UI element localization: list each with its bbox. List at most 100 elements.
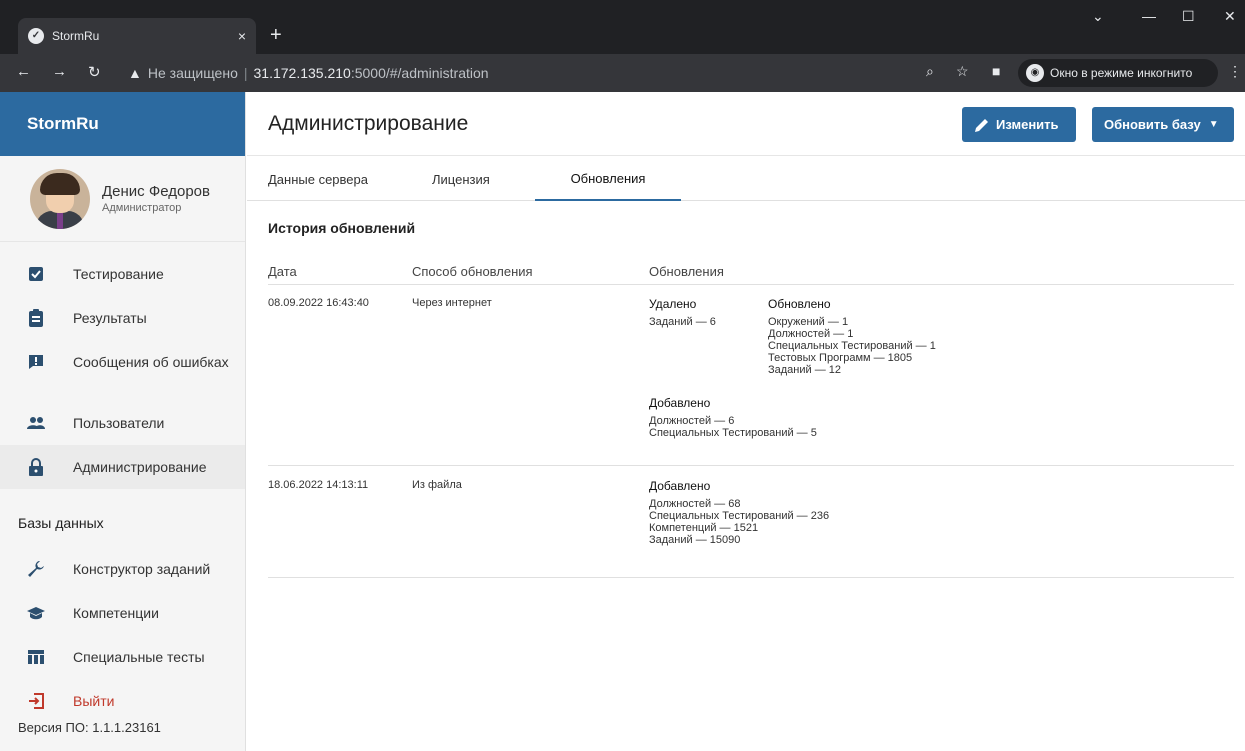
sidebar-item-label: Конструктор заданий: [73, 561, 211, 577]
users-icon: [26, 413, 46, 433]
deleted-group: Удалено Заданий — 6: [649, 297, 716, 328]
lock-icon: [26, 457, 46, 477]
databases-section-title: Базы данных: [18, 515, 104, 531]
incognito-badge[interactable]: ◉ Окно в режиме инкогнито: [1018, 59, 1218, 87]
deleted-list: Заданий — 6: [649, 316, 716, 328]
history-title: История обновлений: [268, 220, 416, 236]
tab-server-data[interactable]: Данные сервера: [268, 157, 368, 201]
kebab-menu-icon[interactable]: ⋮: [1228, 63, 1242, 80]
list-item: Заданий — 12: [768, 364, 842, 376]
close-window-icon[interactable]: ✕: [1224, 8, 1236, 25]
row-date: 08.09.2022 16:43:40: [268, 297, 369, 309]
deleted-title: Удалено: [649, 297, 697, 311]
list-item: Специальных Тестирований — 1: [768, 340, 936, 352]
list-item: Заданий — 15090: [649, 534, 741, 546]
table-icon: [26, 647, 46, 667]
sidebar-item-task-constructor[interactable]: Конструктор заданий: [0, 547, 245, 591]
graduation-cap-icon: [26, 603, 46, 623]
list-item: Заданий — 6: [649, 316, 716, 328]
logout-icon: [26, 691, 46, 711]
added-title: Добавлено: [649, 479, 711, 493]
admin-tabs: Данные сервера Лицензия Обновления: [247, 157, 1245, 201]
zoom-icon[interactable]: ⌕: [926, 63, 934, 80]
added-list: Должностей — 68 Специальных Тестирований…: [649, 498, 829, 546]
sidebar: StormRu Денис Федоров Администратор Тест…: [0, 92, 246, 751]
tab-updates[interactable]: Обновления: [535, 157, 681, 201]
incognito-icon: ◉: [1026, 64, 1044, 82]
url-host: 31.172.135.210: [253, 65, 351, 81]
row-date: 18.06.2022 14:13:11: [268, 479, 369, 491]
caret-down-icon: ▼: [1208, 119, 1219, 130]
site-favicon-icon: ✓: [28, 28, 44, 44]
added-title: Добавлено: [649, 396, 711, 410]
browser-tab[interactable]: ✓ StormRu ×: [18, 18, 256, 54]
sidebar-item-label: Тестирование: [73, 266, 164, 282]
update-database-button[interactable]: Обновить базу ▼: [1092, 107, 1234, 142]
row-divider: [268, 577, 1234, 578]
user-name: Денис Федоров: [102, 183, 210, 200]
close-tab-icon[interactable]: ×: [238, 28, 246, 44]
header-divider: [268, 284, 1234, 285]
sidebar-item-competencies[interactable]: Компетенции: [0, 591, 245, 635]
sidebar-item-testing[interactable]: Тестирование: [0, 252, 245, 296]
column-header-updates: Обновления: [649, 264, 724, 279]
pencil-icon: [975, 118, 988, 132]
brand-logo[interactable]: StormRu: [0, 92, 245, 156]
forward-icon[interactable]: →: [52, 63, 67, 80]
error-report-icon: [26, 352, 46, 372]
sidebar-item-administration[interactable]: Администрирование: [0, 445, 245, 489]
checkbox-icon: [26, 264, 46, 284]
warning-icon: ▲: [128, 65, 142, 81]
sidebar-item-label: Пользователи: [73, 415, 165, 431]
column-header-date: Дата: [268, 264, 297, 279]
updated-title: Обновлено: [768, 297, 831, 311]
edit-button[interactable]: Изменить: [962, 107, 1076, 142]
row-method: Из файла: [412, 479, 462, 491]
row-divider: [268, 465, 1234, 466]
software-version: Версия ПО: 1.1.1.23161: [18, 720, 161, 735]
logout-label: Выйти: [73, 693, 115, 709]
sidebar-item-users[interactable]: Пользователи: [0, 401, 245, 445]
maximize-icon[interactable]: ☐: [1182, 8, 1195, 25]
edit-button-label: Изменить: [996, 117, 1059, 132]
row-method: Через интернет: [412, 297, 492, 309]
reload-icon[interactable]: ↻: [88, 63, 101, 81]
browser-toolbar: ← → ↻ ▲ Не защищено | 31.172.135.210 :50…: [0, 54, 1245, 92]
list-item: Должностей — 68: [649, 498, 741, 510]
list-item: Должностей — 6: [649, 415, 735, 427]
sidebar-item-error-reports[interactable]: Сообщения об ошибках: [0, 340, 245, 384]
side-panel-icon[interactable]: ■: [992, 63, 1000, 79]
user-role: Администратор: [102, 202, 182, 214]
user-card[interactable]: Денис Федоров Администратор: [0, 156, 245, 242]
avatar: [30, 168, 90, 229]
back-icon[interactable]: ←: [16, 63, 31, 80]
address-separator: |: [243, 65, 248, 81]
sidebar-item-label: Результаты: [73, 310, 147, 326]
address-bar[interactable]: ▲ Не защищено | 31.172.135.210 :5000/#/a…: [118, 59, 978, 87]
update-database-label: Обновить базу: [1104, 117, 1201, 132]
updated-group: Обновлено Окружений — 1 Должностей — 1 С…: [768, 297, 936, 376]
list-item: Компетенций — 1521: [649, 522, 759, 534]
list-item: Должностей — 1: [768, 328, 854, 340]
added-group: Добавлено Должностей — 6 Специальных Тес…: [649, 396, 817, 439]
sidebar-item-results[interactable]: Результаты: [0, 296, 245, 340]
sidebar-item-special-tests[interactable]: Специальные тесты: [0, 635, 245, 679]
added-list: Должностей — 6 Специальных Тестирований …: [649, 415, 817, 439]
sidebar-item-label: Специальные тесты: [73, 649, 205, 665]
chevron-down-icon[interactable]: ⌄: [1092, 8, 1104, 25]
url-path: :5000/#/administration: [350, 65, 489, 81]
sidebar-item-label: Администрирование: [73, 459, 207, 475]
list-item: Специальных Тестирований — 5: [649, 427, 817, 439]
new-tab-button[interactable]: +: [270, 23, 282, 47]
not-secure-label: Не защищено: [147, 65, 238, 81]
list-item: Тестовых Программ — 1805: [768, 352, 913, 364]
browser-tab-bar: ✓ StormRu × + ⌄ — ☐ ✕: [0, 0, 1245, 54]
minimize-icon[interactable]: —: [1142, 8, 1156, 24]
sidebar-item-logout[interactable]: Выйти: [0, 679, 245, 723]
list-item: Окружений — 1: [768, 316, 849, 328]
column-header-method: Способ обновления: [412, 264, 533, 279]
page-title: Администрирование: [268, 111, 469, 135]
tab-license[interactable]: Лицензия: [432, 157, 490, 201]
star-icon[interactable]: ☆: [956, 63, 969, 80]
wrench-icon: [26, 559, 46, 579]
